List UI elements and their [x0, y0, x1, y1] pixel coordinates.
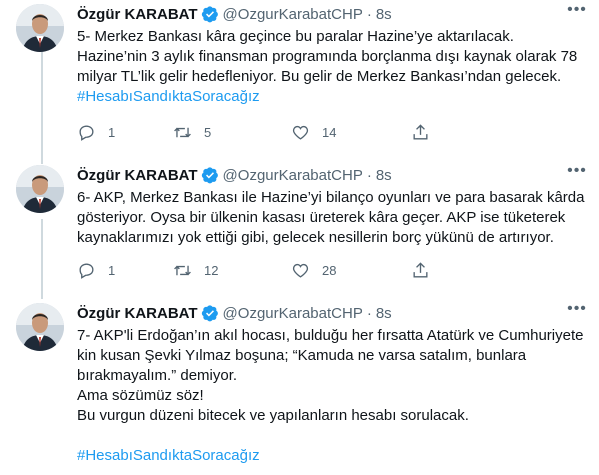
like-icon — [292, 263, 309, 278]
reply-button[interactable]: 1 — [77, 261, 173, 280]
retweet-count: 12 — [204, 263, 219, 278]
share-icon — [413, 262, 428, 278]
timestamp[interactable]: 8s — [376, 305, 392, 322]
share-icon — [413, 124, 428, 140]
tweet-text: 7- AKP'li Erdoğan’ın akıl hocası, bulduğ… — [77, 326, 587, 466]
reply-icon — [79, 125, 94, 141]
retweet-button[interactable]: 12 — [173, 261, 291, 280]
separator-dot: · — [366, 166, 372, 184]
avatar[interactable] — [16, 4, 64, 52]
tweet-body: 6- AKP, Merkez Bankası ile Hazine’yi bil… — [77, 189, 589, 246]
tweet[interactable]: Özgür KARABAT @OzgurKarabatCHP · 8s ••• … — [0, 2, 599, 154]
verified-badge-icon — [201, 6, 218, 23]
tweet-header: Özgür KARABAT @OzgurKarabatCHP · 8s — [77, 303, 587, 323]
retweet-icon — [174, 127, 191, 138]
reply-button[interactable]: 1 — [77, 123, 173, 142]
like-count: 14 — [322, 125, 337, 140]
separator-dot: · — [366, 304, 372, 322]
verified-badge-icon — [201, 167, 218, 184]
share-button[interactable] — [411, 261, 430, 280]
retweet-icon — [174, 265, 191, 276]
like-button[interactable]: 14 — [291, 123, 411, 142]
timestamp[interactable]: 8s — [376, 6, 392, 23]
author-name[interactable]: Özgür KARABAT — [77, 6, 198, 23]
tweet[interactable]: Özgür KARABAT @OzgurKarabatCHP · 8s ••• … — [0, 301, 599, 475]
like-button[interactable]: 28 — [291, 261, 411, 280]
reply-count: 1 — [108, 263, 116, 278]
hashtag-link[interactable]: #HesabıSandıktaSoracağız — [77, 88, 260, 105]
tweet-actions: 1 12 28 — [77, 261, 430, 280]
more-icon[interactable]: ••• — [567, 163, 587, 185]
reply-icon — [79, 263, 94, 279]
timestamp[interactable]: 8s — [376, 167, 392, 184]
share-button[interactable] — [411, 123, 430, 142]
verified-badge-icon — [201, 305, 218, 322]
author-name[interactable]: Özgür KARABAT — [77, 305, 198, 322]
like-icon — [292, 125, 309, 140]
tweet-actions: 1 5 14 — [77, 123, 430, 142]
tweet-header: Özgür KARABAT @OzgurKarabatCHP · 8s — [77, 4, 587, 24]
author-name[interactable]: Özgür KARABAT — [77, 167, 198, 184]
like-count: 28 — [322, 263, 337, 278]
retweet-button[interactable]: 5 — [173, 123, 291, 142]
author-handle[interactable]: @OzgurKarabatCHP — [223, 6, 363, 23]
separator-dot: · — [366, 5, 372, 23]
author-handle[interactable]: @OzgurKarabatCHP — [223, 167, 363, 184]
avatar[interactable] — [16, 165, 64, 213]
retweet-count: 5 — [204, 125, 212, 140]
tweet-text: 5- Merkez Bankası kâra geçince bu parala… — [77, 27, 587, 107]
tweet[interactable]: Özgür KARABAT @OzgurKarabatCHP · 8s ••• … — [0, 163, 599, 295]
hashtag-link[interactable]: #HesabıSandıktaSoracağız — [77, 447, 260, 464]
tweet-text: 6- AKP, Merkez Bankası ile Hazine’yi bil… — [77, 188, 587, 248]
avatar[interactable] — [16, 303, 64, 351]
tweet-body: 7- AKP'li Erdoğan’ın akıl hocası, bulduğ… — [77, 327, 584, 424]
tweet-body: 5- Merkez Bankası kâra geçince bu parala… — [77, 28, 578, 85]
author-handle[interactable]: @OzgurKarabatCHP — [223, 305, 363, 322]
reply-count: 1 — [108, 125, 116, 140]
more-icon[interactable]: ••• — [567, 2, 587, 24]
tweet-header: Özgür KARABAT @OzgurKarabatCHP · 8s — [77, 165, 587, 185]
more-icon[interactable]: ••• — [567, 301, 587, 323]
